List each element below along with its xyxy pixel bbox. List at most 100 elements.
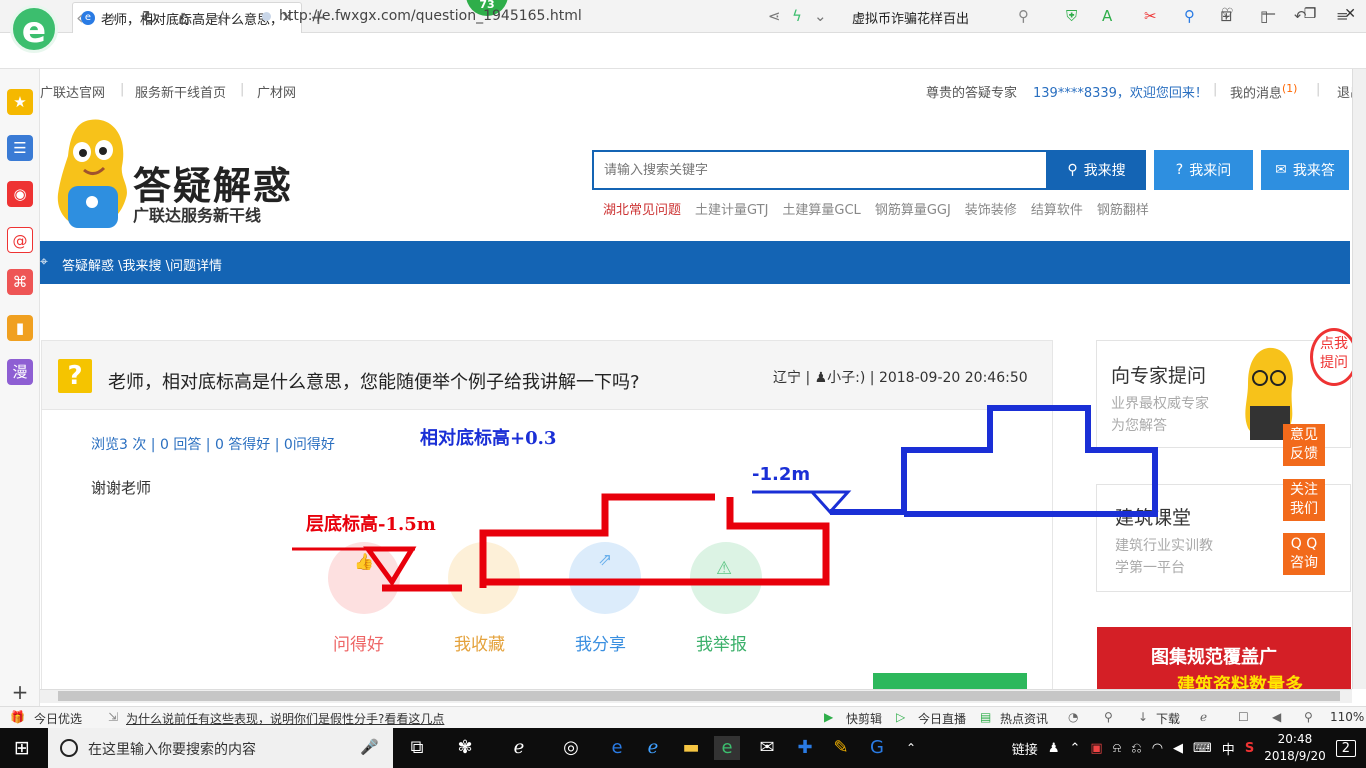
ad-banner[interactable]: 图集规范覆盖广 建筑资料数量多 — [1097, 627, 1351, 696]
news-link[interactable]: 为什么说前任有这些表现，说明你们是假性分手?看看这几点 — [126, 710, 444, 727]
tray-app-icon[interactable]: ▣ — [1090, 741, 1102, 756]
collect-label[interactable]: 我收藏 — [454, 630, 505, 655]
answer-button[interactable]: ✉ 我来答 — [1261, 150, 1349, 190]
hot-link[interactable]: 装饰装修 — [965, 199, 1017, 218]
ask-button[interactable]: ? 我来问 — [1154, 150, 1253, 190]
tray-bell-icon[interactable]: ⍾ — [1113, 741, 1122, 756]
shield-icon[interactable]: ⛨ — [1066, 7, 1077, 25]
back-icon[interactable]: ‹ — [76, 7, 84, 29]
like-question-label[interactable]: 问得好 — [333, 630, 384, 655]
breadcrumb[interactable]: 答疑解惑 \我来搜 \问题详情 — [40, 241, 1350, 284]
speed-icon[interactable]: ◔ — [1068, 710, 1078, 724]
edge-icon[interactable]: e — [604, 736, 630, 760]
forward-icon[interactable]: › — [110, 7, 118, 29]
notes-app-icon[interactable]: ✎ — [828, 736, 854, 760]
speaker-icon[interactable]: ◀ — [1173, 741, 1183, 756]
clock[interactable]: 20:48 2018/9/20 — [1264, 731, 1326, 765]
weibo-icon[interactable]: ◉ — [7, 181, 33, 207]
collect-button[interactable] — [448, 542, 520, 614]
zoom-level[interactable]: 110% — [1330, 710, 1364, 724]
link-service-home[interactable]: 服务新干线首页 — [135, 82, 226, 101]
share-label[interactable]: 我分享 — [575, 630, 626, 655]
scissors-icon[interactable]: ✂ — [1144, 7, 1157, 25]
wifi-icon[interactable]: ◠ — [1152, 741, 1163, 756]
book-icon[interactable]: ▮ — [7, 315, 33, 341]
translate-icon[interactable]: A — [1102, 7, 1112, 25]
ie-mode-icon[interactable]: ℯ — [1200, 710, 1207, 724]
magnifier-icon[interactable]: ⚲ — [1184, 7, 1195, 25]
search-icon[interactable]: ⚲ — [1018, 7, 1029, 25]
taskbar-search[interactable]: 在这里输入你要搜索的内容 🎤 — [48, 728, 393, 768]
site-search-field[interactable] — [592, 150, 1048, 190]
zoom-icon[interactable]: ⚲ — [1304, 710, 1313, 724]
pin-icon[interactable]: ⚲ — [1104, 710, 1113, 724]
download-label[interactable]: 下载 — [1156, 710, 1180, 727]
link-material[interactable]: 广材网 — [257, 82, 296, 101]
speed-icon[interactable]: ϟ — [792, 7, 802, 25]
glodon-app-icon[interactable]: G — [864, 736, 890, 760]
hot-link[interactable]: 结算软件 — [1031, 199, 1083, 218]
apps-icon[interactable]: ⊞ — [1220, 7, 1233, 25]
feedback-button[interactable]: 意见 反馈 — [1283, 424, 1325, 466]
sogou-icon[interactable]: S — [1245, 741, 1254, 756]
chrome-app-icon[interactable]: ◎ — [558, 736, 584, 760]
chevron-down-icon[interactable]: ⌄ — [814, 7, 827, 25]
link-glodon[interactable]: 广联达官网 — [40, 82, 105, 101]
today-live[interactable]: 今日直播 — [918, 710, 966, 727]
vertical-scrollbar[interactable] — [1352, 69, 1366, 689]
qq-consult-button[interactable]: Q Q 咨询 — [1283, 533, 1325, 575]
mascot-logo-icon[interactable] — [50, 116, 135, 236]
hot-link[interactable]: 土建算量GCL — [782, 199, 860, 218]
mail-icon[interactable]: @ — [7, 227, 33, 253]
people-icon[interactable]: ♟ — [1048, 741, 1060, 756]
welcome-text[interactable]: 139****8339，欢迎您回来！ — [1033, 82, 1208, 101]
quick-clip[interactable]: 快剪辑 — [846, 710, 882, 727]
browser-2345-icon[interactable]: e — [714, 736, 740, 760]
keyboard-icon[interactable]: ⌨ — [1193, 741, 1212, 756]
tray-up-icon[interactable]: ⌃ — [1069, 741, 1080, 756]
scroll-thumb[interactable] — [58, 691, 1340, 701]
search-button[interactable]: ⚲ 我来搜 — [1047, 150, 1146, 190]
hot-link[interactable]: 湖北常见问题 — [603, 199, 681, 218]
microphone-icon[interactable]: 🎤 — [360, 738, 379, 756]
hot-link[interactable]: 土建计量GTJ — [695, 199, 768, 218]
window-icon[interactable]: ☐ — [1238, 710, 1249, 724]
comic-icon[interactable]: 漫 — [7, 359, 33, 385]
browser-search-box[interactable]: 虚拟币诈骗花样百出 — [852, 8, 969, 27]
ask-bubble[interactable]: 点我 提问 — [1310, 328, 1358, 386]
volume-icon[interactable]: ◀ — [1272, 710, 1281, 724]
reader-icon[interactable]: ☰ — [7, 135, 33, 161]
site-search-input[interactable] — [594, 152, 1046, 188]
windows-start-icon[interactable]: ⊞ — [14, 737, 30, 759]
download-icon[interactable]: ↓ — [1138, 710, 1148, 724]
ie-icon[interactable]: ℯ — [506, 736, 532, 760]
hot-link[interactable]: 钢筋翻样 — [1097, 199, 1149, 218]
mail-app-icon[interactable]: ✉ — [754, 736, 780, 760]
home-icon[interactable]: ⌂ — [178, 7, 190, 29]
hot-news[interactable]: 热点资讯 — [1000, 710, 1048, 727]
taskbar-overflow-icon[interactable]: ⌃ — [898, 736, 924, 760]
tray-link-icon[interactable]: ⎌ — [1131, 741, 1141, 756]
undo-icon[interactable]: ↶ — [1294, 7, 1307, 25]
my-messages-link[interactable]: 我的消息(1) — [1230, 82, 1297, 101]
today-picks[interactable]: 今日优选 — [34, 710, 82, 727]
report-label[interactable]: 我举报 — [696, 630, 747, 655]
app-blue-icon[interactable]: ✚ — [792, 736, 818, 760]
phone-icon[interactable]: ▯ — [1260, 7, 1268, 25]
game-icon[interactable]: ⌘ — [7, 269, 33, 295]
follow-button[interactable]: 关注 我们 — [1283, 479, 1325, 521]
url-field[interactable]: http://e.fwxgx.com/question_1945165.html — [262, 8, 582, 24]
add-sidebar-button[interactable]: + — [0, 680, 40, 704]
notification-icon[interactable]: 2 — [1335, 739, 1356, 757]
share-icon[interactable]: ⋖ — [768, 7, 781, 25]
task-view-icon[interactable]: ⧉ — [404, 736, 430, 760]
refresh-icon[interactable]: ↻ — [142, 7, 158, 29]
pinwheel-app-icon[interactable]: ✾ — [452, 736, 478, 760]
ime-indicator[interactable]: 中 — [1222, 739, 1235, 758]
menu-icon[interactable]: ≡ — [1336, 7, 1349, 25]
hot-link[interactable]: 钢筋算量GGJ — [875, 199, 951, 218]
internet-explorer-icon[interactable]: ℯ — [640, 736, 666, 760]
favorite-star-icon[interactable]: ☆ — [214, 7, 231, 29]
favorites-icon[interactable]: ★ — [7, 89, 33, 115]
tray-link[interactable]: 链接 — [1012, 739, 1038, 758]
